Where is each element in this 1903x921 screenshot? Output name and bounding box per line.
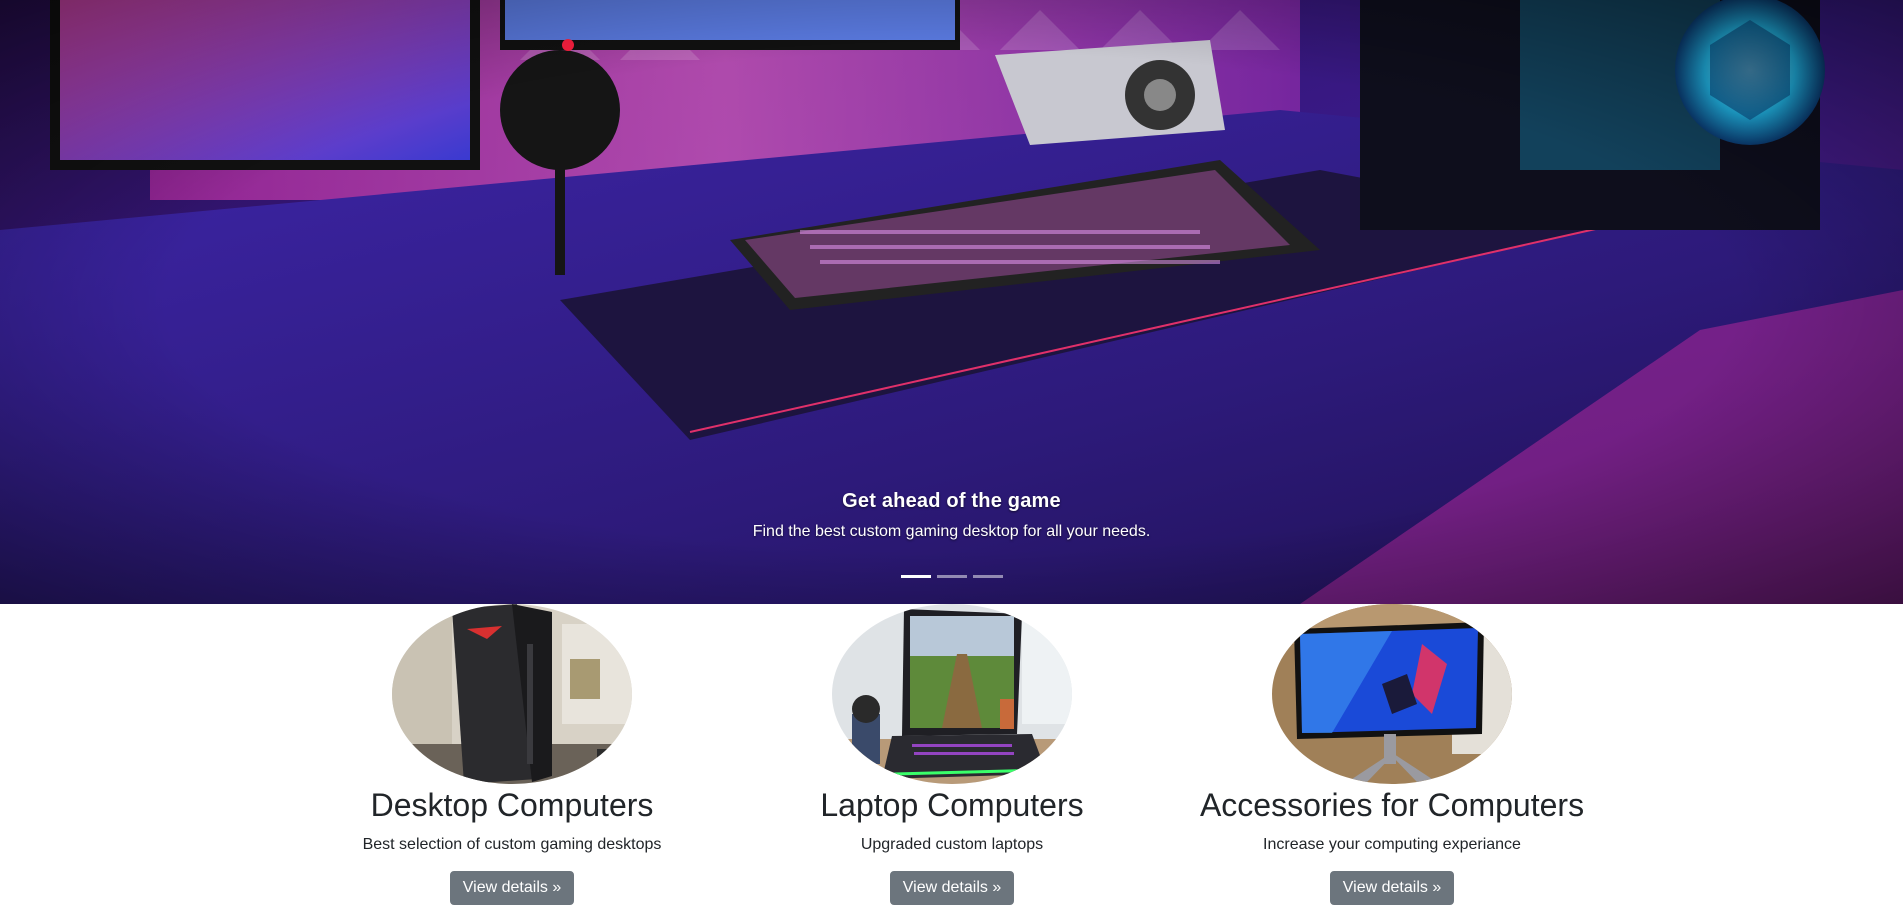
carousel-indicator-3[interactable] xyxy=(972,575,1003,578)
feature-laptop: Laptop Computers Upgraded custom laptops… xyxy=(732,604,1172,906)
accessories-monitor-image xyxy=(1272,604,1512,784)
feature-desktop: Desktop Computers Best selection of cust… xyxy=(292,604,732,906)
feature-title: Laptop Computers xyxy=(820,787,1084,823)
desktop-computer-image xyxy=(392,604,632,784)
feature-title: Desktop Computers xyxy=(370,787,654,823)
caption-title: Get ahead of the game xyxy=(842,490,1061,512)
hero-carousel[interactable]: Get ahead of the game Find the best cust… xyxy=(0,0,1903,604)
feature-accessories: Accessories for Computers Increase your … xyxy=(1172,604,1612,906)
carousel-indicators xyxy=(0,575,1903,578)
feature-text: Increase your computing experiance xyxy=(1263,836,1521,854)
laptop-computer-image xyxy=(832,604,1072,784)
feature-columns: Desktop Computers Best selection of cust… xyxy=(0,604,1903,921)
carousel-indicator-1[interactable] xyxy=(900,575,931,578)
feature-text: Best selection of custom gaming desktops xyxy=(362,836,662,854)
carousel-caption: Get ahead of the game Find the best cust… xyxy=(0,490,1903,541)
view-details-accessories-button[interactable]: View details » xyxy=(1329,871,1455,906)
view-details-laptop-button[interactable]: View details » xyxy=(889,871,1015,906)
view-details-desktop-button[interactable]: View details » xyxy=(449,871,575,906)
caption-text: Find the best custom gaming desktop for … xyxy=(752,523,1151,540)
feature-title: Accessories for Computers xyxy=(1199,787,1585,823)
carousel-indicator-2[interactable] xyxy=(936,575,967,578)
feature-text: Upgraded custom laptops xyxy=(860,836,1044,854)
